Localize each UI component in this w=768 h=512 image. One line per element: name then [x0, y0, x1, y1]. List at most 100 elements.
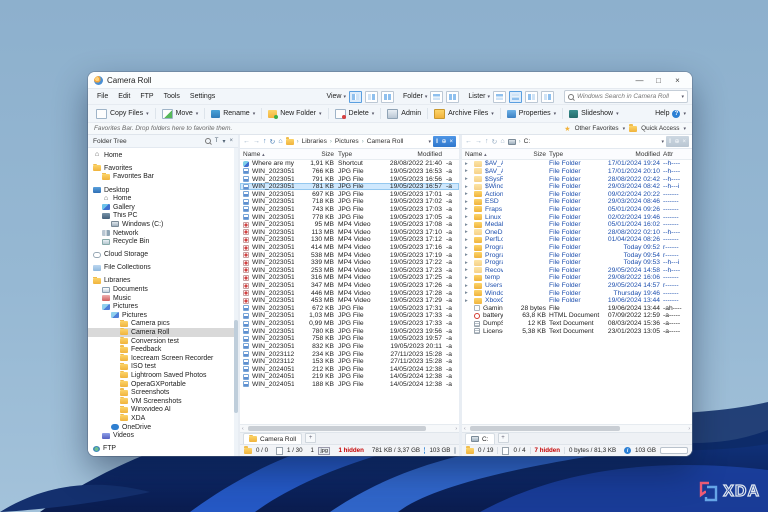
help-button[interactable]: Help ? ▾ [655, 109, 688, 118]
pane-close-icon[interactable]: × [682, 139, 686, 145]
menu-item-tools[interactable]: Tools [159, 93, 185, 100]
favorites-bar[interactable]: Favorites Bar. Drop folders here to favo… [88, 122, 692, 134]
table-row[interactable]: battery_report.html 63,8 KBHTML Document 0… [462, 312, 692, 320]
tree-item-camera-roll[interactable]: Camera Roll [88, 328, 238, 337]
tree-item-camera-pics[interactable]: Camera pics [88, 319, 238, 329]
tree-filter-icon[interactable]: T [215, 138, 219, 144]
table-row[interactable]: ▸ OneDriveTemp File Folder 28/08/2022 02:10… [462, 228, 692, 236]
table-row[interactable]: ▸ $AV_ASW File Folder 17/01/2024 19:24--h--… [462, 160, 692, 168]
table-row[interactable]: WIN_20230519_17_21_12_Pro.mp4 339 MB MP4 V… [240, 259, 459, 267]
tree-item-videos[interactable]: Videos [88, 431, 238, 440]
table-row[interactable]: ▸ $AV_AVG File Folder 17/01/2024 20:10--h--… [462, 168, 692, 176]
table-row[interactable]: GamingRoot 28 bytesFile 19/06/2024 13:44-a… [462, 305, 692, 313]
up-icon[interactable]: ↑ [485, 138, 489, 145]
close-button[interactable]: × [669, 74, 686, 87]
tree-item-libraries[interactable]: Libraries [88, 276, 238, 286]
table-row[interactable]: License.txt 5,38 KBText Document 23/01/202… [462, 327, 692, 335]
expander-icon[interactable]: ▸ [465, 229, 471, 235]
dest-horizontal-scrollbar[interactable]: ‹ › [462, 424, 692, 432]
tree-item-pictures[interactable]: Pictures [88, 311, 238, 320]
tree-scrollbar[interactable] [234, 148, 238, 456]
forward-icon[interactable]: → [475, 138, 482, 145]
tree-item-iso-test[interactable]: ISO test [88, 362, 238, 372]
tree-item-winxvideo-ai[interactable]: Winxvideo AI [88, 405, 238, 415]
expander-icon[interactable]: ▸ [465, 176, 471, 182]
column-header-name[interactable]: Name ▴ [243, 151, 294, 158]
view-layout-button-3[interactable] [381, 90, 394, 103]
info-icon[interactable]: i [424, 447, 426, 454]
expander-icon[interactable]: ▸ [465, 237, 471, 243]
tree-item-ftp[interactable]: FTP [88, 444, 238, 453]
pane-target-icon[interactable]: ⊕ [441, 138, 446, 145]
tree-item-operagxportable[interactable]: OperaGXPortable [88, 379, 238, 389]
windows-search-box[interactable]: ▾ [564, 90, 688, 103]
table-row[interactable]: ▸ temp File Folder 29/08/2022 16:06 ------- [462, 274, 692, 282]
tree-item-home[interactable]: ⌂ Home [88, 194, 238, 203]
table-row[interactable]: ▸ $SysReset File Folder 28/08/2022 02:42--h… [462, 175, 692, 183]
scroll-left-icon[interactable]: ‹ [464, 426, 466, 432]
pane-split-icon[interactable]: ‖ [669, 139, 671, 145]
path-dropdown-icon[interactable]: ▾ [661, 139, 664, 145]
table-row[interactable]: WIN_20230519_17_01_59_Pro.jpg 697 KB JPG F… [240, 190, 459, 198]
table-row[interactable]: ▸ Linux File Folder 02/02/2024 19:46 ------- [462, 213, 692, 221]
view-layout-button-2[interactable] [365, 90, 378, 103]
table-row[interactable]: ▸ Users File Folder 29/05/2024 14:57 r------ [462, 282, 692, 290]
admin-button[interactable]: Admin [383, 108, 425, 120]
maximize-button[interactable]: □ [650, 74, 667, 87]
title-bar[interactable]: Camera Roll — □ × [88, 72, 692, 88]
expander-icon[interactable]: ▸ [465, 199, 471, 205]
lister-layout-button-4[interactable] [541, 90, 554, 103]
refresh-icon[interactable]: ↻ [492, 138, 498, 146]
table-row[interactable]: WIN_20230519_17_33_51_Pro.jpg 0,99 MB JPG … [240, 320, 459, 328]
column-header-size[interactable]: Size [298, 151, 334, 158]
table-row[interactable]: DumpStack.log 12 KBText Document 08/03/202… [462, 320, 692, 328]
table-row[interactable]: ▸ ProgramData File Folder Today 09:53--h---… [462, 259, 692, 267]
copy-files-button[interactable]: Copy Files ▾ [92, 108, 153, 120]
folder-layout-button-1[interactable] [430, 90, 444, 103]
table-row[interactable]: WIN_20230519_17_07_25_Pro.mp4 95 MB MP4 Vi… [240, 221, 459, 229]
expander-icon[interactable]: ▸ [465, 191, 471, 197]
expander-icon[interactable]: ▸ [465, 161, 471, 167]
archive-files-button[interactable]: Archive Files ▾ [430, 108, 498, 120]
expander-icon[interactable]: ▸ [465, 267, 471, 273]
chevron-down-icon[interactable]: ▾ [222, 138, 225, 145]
tree-item-pictures[interactable]: Pictures [88, 302, 238, 311]
breadcrumb-segment-camera-roll[interactable]: Camera Roll [367, 138, 404, 145]
expander-icon[interactable]: ▸ [465, 245, 471, 251]
slideshow-button[interactable]: Slideshow ▾ [565, 109, 622, 119]
table-row[interactable]: WIN_20231127_15_28_43_Pro.jpg 234 KB JPG F… [240, 350, 459, 358]
table-row[interactable]: ▸ Medal File Folder 05/01/2024 16:02 ------- [462, 221, 692, 229]
table-row[interactable]: WIN_20230519_16_53_35_Pro.jpg 766 KB JPG F… [240, 168, 459, 176]
expander-icon[interactable]: ▸ [465, 275, 471, 281]
table-row[interactable]: WIN_20240514_12_38_28_Pro.jpg 219 KB JPG F… [240, 373, 459, 381]
tab-c-drive[interactable]: C: [465, 433, 495, 444]
column-header-name[interactable]: Name ▴ [465, 151, 503, 158]
back-icon[interactable]: ← [243, 138, 250, 145]
column-header-type[interactable]: Type [549, 151, 601, 158]
table-row[interactable]: WIN_20230519_17_27_30_Pro.mp4 446 MB MP4 V… [240, 289, 459, 297]
table-row[interactable]: WIN_20230519_19_57_46_Pro.jpg 758 KB JPG F… [240, 335, 459, 343]
delete-button[interactable]: Delete ▾ [331, 108, 379, 120]
table-row[interactable]: WIN_20230519_17_18_05_Pro.mp4 538 MB MP4 V… [240, 251, 459, 259]
chevron-down-icon[interactable]: ▾ [681, 94, 684, 100]
column-header-size[interactable]: Size [506, 151, 546, 158]
new-folder-button[interactable]: New Folder ▾ [264, 109, 325, 119]
menu-item-settings[interactable]: Settings [185, 93, 220, 100]
pane-target-icon[interactable]: ⊕ [674, 138, 679, 145]
tree-item-desktop[interactable]: Desktop [88, 186, 238, 195]
scroll-left-icon[interactable]: ‹ [242, 426, 244, 432]
expander-icon[interactable]: ▸ [465, 214, 471, 220]
rename-button[interactable]: Rename ▾ [207, 109, 259, 119]
table-row[interactable]: ▸ PerfLogs File Folder 01/04/2024 08:26----… [462, 236, 692, 244]
tab-camera-roll[interactable]: Camera Roll [243, 433, 303, 444]
tree-item-this-pc[interactable]: This PC [88, 212, 238, 221]
tree-item-vm-screenshots[interactable]: VM Screenshots [88, 396, 238, 406]
other-favorites-button[interactable]: Other Favorites [575, 125, 619, 132]
table-row[interactable]: WIN_20230519_17_33_16_Pro.jpg 1,03 MB JPG … [240, 312, 459, 320]
folder-layout-button-2[interactable] [446, 90, 460, 103]
table-row[interactable]: WIN_20230519_17_09_50_Pro.mp4 113 MB MP4 V… [240, 228, 459, 236]
table-row[interactable]: WIN_20230519_17_05_32_Pro.jpg 778 KB JPG F… [240, 213, 459, 221]
forward-icon[interactable]: → [253, 138, 260, 145]
pane-close-icon[interactable]: × [449, 139, 453, 145]
table-row[interactable]: WIN_20230519_16_57_58_Pro.jpg 781 KB JPG F… [240, 182, 459, 191]
